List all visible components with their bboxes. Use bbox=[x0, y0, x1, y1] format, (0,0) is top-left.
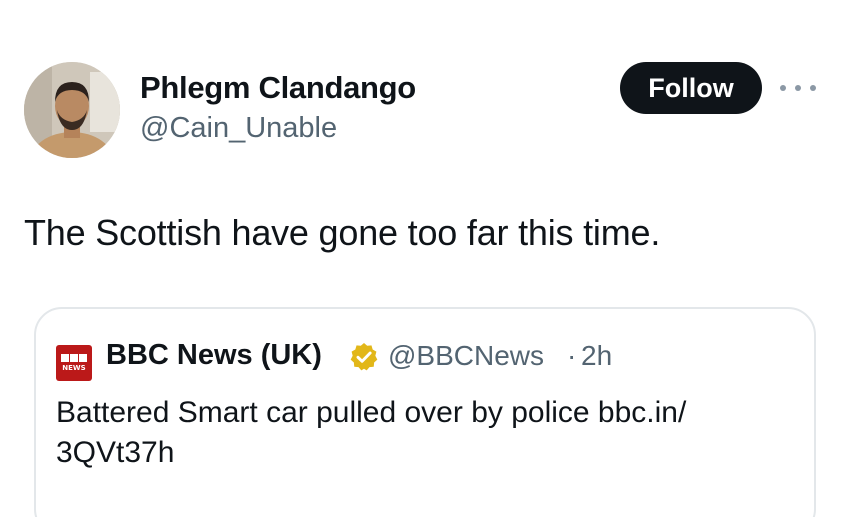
quoted-tweet-card[interactable]: NEWS BBC News (UK) @BBCNews · 2h Battere… bbox=[34, 307, 816, 517]
verified-badge-icon bbox=[350, 343, 378, 371]
quoted-handle[interactable]: @BBCNews bbox=[388, 340, 544, 372]
more-horizontal-icon[interactable] bbox=[780, 78, 816, 98]
tweet-screenshot: Phlegm Clandango @Cain_Unable Follow The… bbox=[0, 0, 843, 517]
bbc-blocks bbox=[61, 354, 87, 362]
quoted-text-line-1: Battered Smart car pulled over by police… bbox=[56, 396, 687, 429]
follow-button[interactable]: Follow bbox=[620, 62, 762, 114]
avatar-photo-icon bbox=[24, 62, 120, 158]
author-handle[interactable]: @Cain_Unable bbox=[140, 112, 337, 145]
quoted-display-name[interactable]: BBC News (UK) bbox=[106, 339, 322, 372]
tweet-text: The Scottish have gone too far this time… bbox=[24, 212, 661, 253]
quoted-text-line-2[interactable]: 3QVt37h bbox=[56, 433, 776, 473]
bbc-news-logo[interactable]: NEWS bbox=[56, 345, 92, 381]
more-dot bbox=[810, 85, 816, 91]
quoted-timestamp[interactable]: 2h bbox=[581, 340, 612, 372]
separator-dot: · bbox=[567, 340, 577, 371]
quoted-tweet-text: Battered Smart car pulled over by police… bbox=[56, 393, 776, 473]
avatar[interactable] bbox=[24, 62, 120, 158]
more-dot bbox=[795, 85, 801, 91]
more-dot bbox=[780, 85, 786, 91]
author-display-name[interactable]: Phlegm Clandango bbox=[140, 70, 416, 106]
bbc-logo-wordmark: NEWS bbox=[62, 364, 86, 372]
